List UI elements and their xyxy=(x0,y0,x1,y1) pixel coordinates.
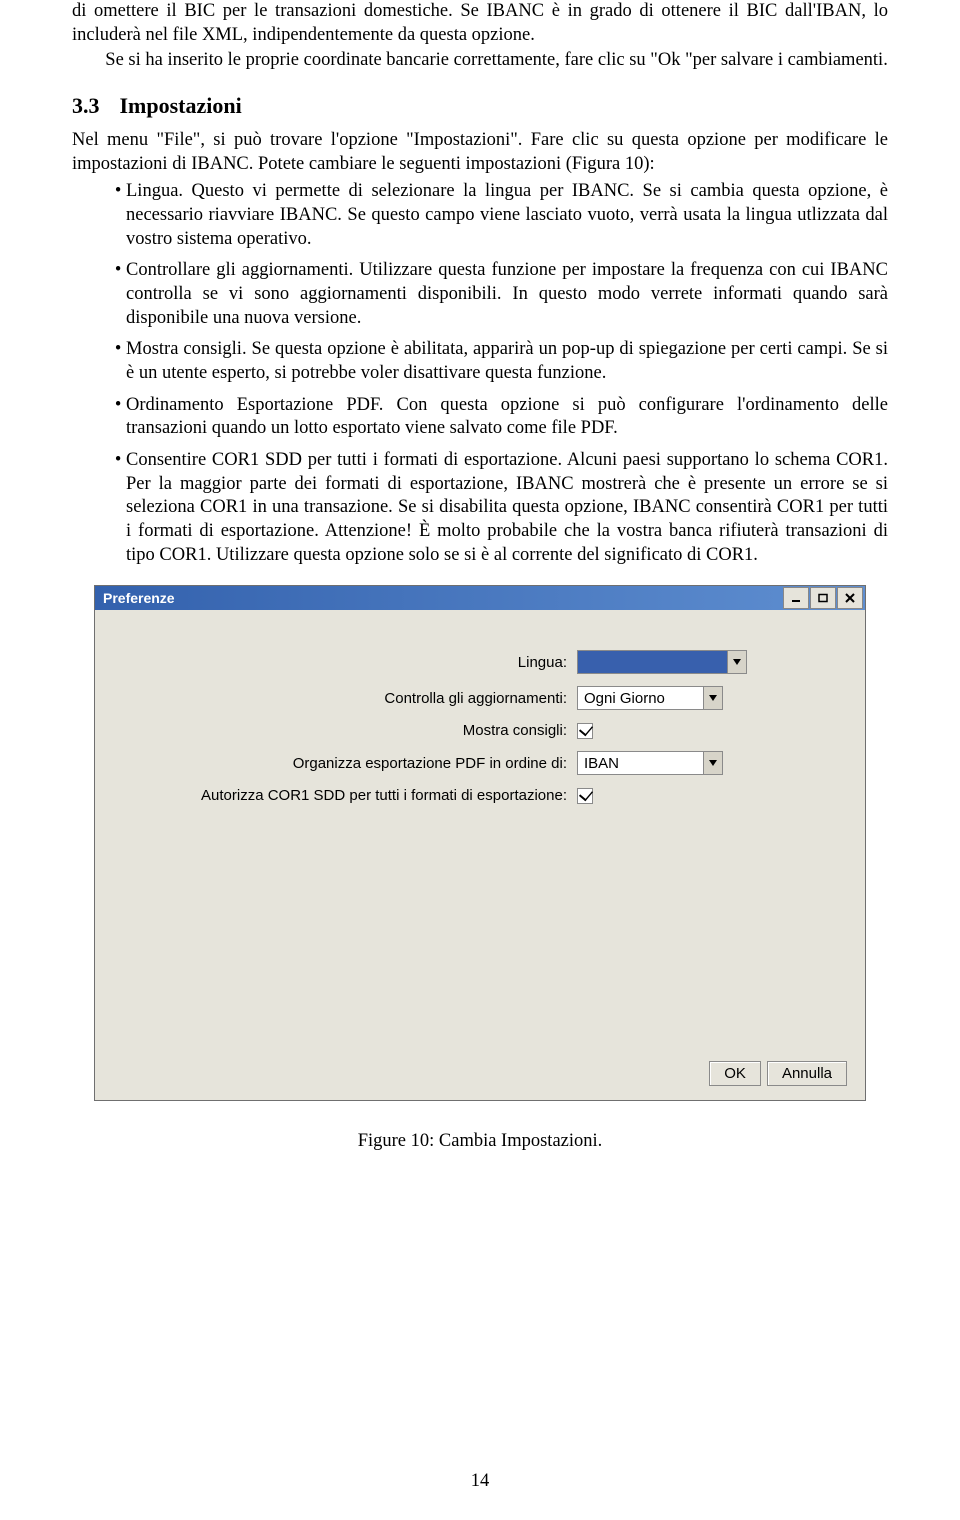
paragraph: Se si ha inserito le proprie coordinate … xyxy=(72,49,888,73)
check-updates-dropdown[interactable]: Ogni Giorno xyxy=(577,686,723,710)
chevron-down-icon xyxy=(727,651,746,673)
pdf-order-dropdown[interactable]: IBAN xyxy=(577,751,723,775)
label-allow-cor1: Autorizza COR1 SDD per tutti i formati d… xyxy=(117,787,577,804)
show-tips-checkbox[interactable] xyxy=(577,723,593,739)
section-number: 3.3 xyxy=(72,93,100,119)
minimize-button[interactable] xyxy=(783,587,809,609)
check-updates-value: Ogni Giorno xyxy=(578,690,703,707)
label-pdf-order: Organizza esportazione PDF in ordine di: xyxy=(117,755,577,772)
chevron-down-icon xyxy=(703,687,722,709)
ok-button[interactable]: OK xyxy=(709,1061,761,1086)
close-button[interactable] xyxy=(837,587,863,609)
figure-caption: Figure 10: Cambia Impostazioni. xyxy=(72,1131,888,1152)
window-titlebar: Preferenze xyxy=(95,586,865,610)
window-title: Preferenze xyxy=(97,590,783,606)
list-item: Controllare gli aggiornamenti. Utilizzar… xyxy=(126,259,888,330)
label-show-tips: Mostra consigli: xyxy=(117,722,577,739)
list-item: Lingua. Questo vi permette di selezionar… xyxy=(126,180,888,251)
pdf-order-value: IBAN xyxy=(578,755,703,772)
section-heading: 3.3 Impostazioni xyxy=(72,93,888,119)
maximize-button[interactable] xyxy=(810,587,836,609)
language-dropdown[interactable] xyxy=(577,650,747,674)
label-language: Lingua: xyxy=(117,654,577,671)
section-title: Impostazioni xyxy=(120,93,242,119)
list-item: Mostra consigli. Se questa opzione è abi… xyxy=(126,338,888,385)
page-number: 14 xyxy=(0,1471,960,1492)
window-client-area: Lingua: Controlla gli aggiornamenti: Ogn… xyxy=(95,610,865,1100)
list-item: Ordinamento Esportazione PDF. Con questa… xyxy=(126,394,888,441)
figure: Preferenze xyxy=(72,585,888,1152)
preferences-window: Preferenze xyxy=(94,585,866,1101)
allow-cor1-checkbox[interactable] xyxy=(577,788,593,804)
paragraph: di omettere il BIC per le transazioni do… xyxy=(72,0,888,47)
list-item: Consentire COR1 SDD per tutti i formati … xyxy=(126,449,888,567)
chevron-down-icon xyxy=(703,752,722,774)
label-check-updates: Controlla gli aggiornamenti: xyxy=(117,690,577,707)
bullet-list: Lingua. Questo vi permette di selezionar… xyxy=(72,180,888,567)
cancel-button[interactable]: Annulla xyxy=(767,1061,847,1086)
paragraph: Nel menu "File", si può trovare l'opzion… xyxy=(72,129,888,176)
